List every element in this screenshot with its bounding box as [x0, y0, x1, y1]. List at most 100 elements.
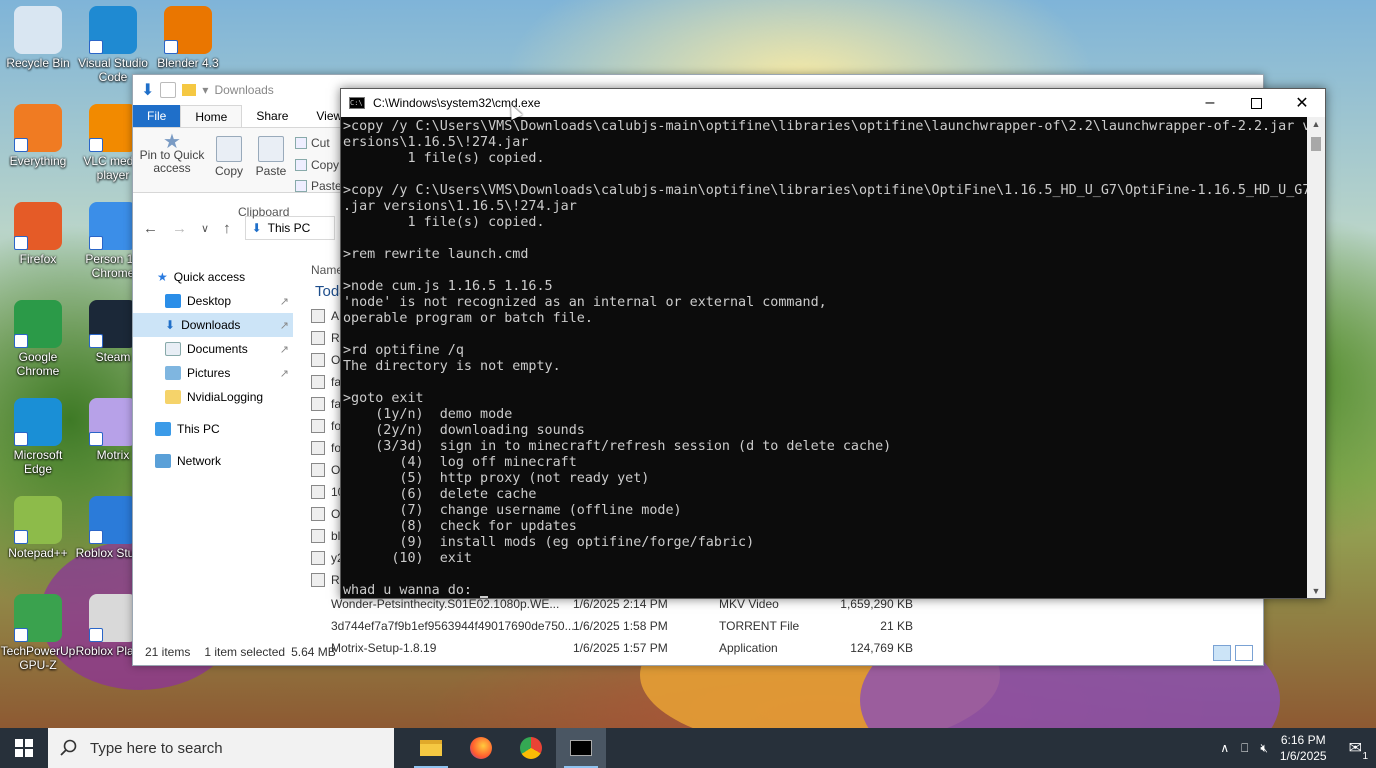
folder-icon — [165, 390, 181, 404]
desktop-icon-vscode[interactable]: Visual Studio Code — [75, 6, 151, 84]
tab-file[interactable]: File — [133, 105, 181, 127]
status-bar: 21 items 1 item selected 5.64 MB — [133, 639, 1263, 665]
desktop-icon-edge[interactable]: Microsoft Edge — [0, 398, 76, 476]
list-item-name: O — [331, 463, 341, 477]
desktop-icon-recycle-bin[interactable]: Recycle Bin — [0, 6, 76, 70]
cmd-line: ersions\1.16.5\!274.jar — [343, 135, 529, 150]
list-item[interactable]: O — [311, 349, 340, 371]
list-item[interactable]: fa — [311, 393, 341, 415]
desktop-icon-notepadpp[interactable]: Notepad++ — [0, 496, 76, 560]
volume-muted-icon[interactable]: 🔇︎ — [1260, 741, 1268, 756]
properties-icon[interactable] — [160, 82, 177, 98]
notification-count: 1 — [1362, 751, 1368, 762]
desktop-icon-label: Recycle Bin — [6, 56, 70, 70]
pin-icon: ↗ — [279, 319, 289, 332]
download-arrow-icon: ⬇ — [141, 82, 155, 99]
list-item-name: A — [331, 309, 340, 323]
clock[interactable]: 6:16 PM 1/6/2025 — [1280, 732, 1327, 764]
list-item[interactable]: R — [311, 327, 340, 349]
blender-icon — [164, 6, 212, 54]
copy-button[interactable]: Copy — [209, 136, 249, 178]
desktop-icon-everything[interactable]: Everything — [0, 104, 76, 168]
nav-downloads[interactable]: ⬇ Downloads ↗ — [133, 313, 293, 337]
list-item[interactable]: R — [311, 569, 340, 591]
paste-button[interactable]: Paste — [251, 136, 291, 178]
minimize-button[interactable]: – — [1187, 89, 1233, 117]
start-button[interactable] — [0, 728, 48, 768]
list-item[interactable]: O — [311, 503, 340, 525]
cmd-window[interactable]: C:\ C:\Windows\system32\cmd.exe – ✕ >cop… — [340, 88, 1326, 599]
ribbon-group-label: Clipboard — [238, 205, 290, 219]
taskbar-cmd[interactable] — [556, 728, 606, 768]
maximize-button[interactable] — [1233, 89, 1279, 117]
table-cell-name[interactable]: 3d744ef7a7f9b1ef9563944f49017690de750... — [311, 615, 575, 637]
taskbar-search-box[interactable]: Type here to search — [48, 728, 394, 768]
list-item[interactable]: y2 — [311, 547, 344, 569]
desktop-icon-label: Google Chrome — [16, 350, 60, 378]
cmd-line: (3/3d) sign in to minecraft/refresh sess… — [343, 439, 892, 454]
desktop-icon-gpuz[interactable]: TechPowerUp GPU-Z — [0, 594, 76, 672]
list-item[interactable]: bl — [311, 525, 340, 547]
nav-this-pc[interactable]: This PC — [133, 417, 293, 441]
motrix-icon — [89, 398, 137, 446]
file-icon — [311, 529, 325, 543]
taskbar-firefox[interactable] — [456, 728, 506, 768]
forward-arrow-icon[interactable]: → — [172, 220, 187, 237]
everything-icon — [14, 104, 62, 152]
cut-button[interactable]: Cut — [295, 136, 330, 150]
recent-dropdown-icon[interactable]: ∨ — [201, 222, 209, 235]
tab-home[interactable]: Home — [180, 105, 243, 127]
list-item[interactable]: fo — [311, 415, 341, 437]
network-status-icon[interactable]: ⎕ — [1241, 741, 1248, 756]
system-tray: ∧ ⎕ 🔇︎ 6:16 PM 1/6/2025 ✉ 1 — [1220, 728, 1376, 768]
cmd-output[interactable]: >copy /y C:\Users\VMS\Downloads\calubjs-… — [343, 119, 1307, 598]
nav-desktop[interactable]: Desktop ↗ — [133, 289, 293, 313]
nav-network[interactable]: Network — [133, 449, 293, 473]
roblox-player-icon — [89, 594, 137, 642]
details-view-icon[interactable] — [1213, 645, 1231, 661]
desktop-icon-blender[interactable]: Blender 4.3 — [150, 6, 226, 70]
desktop-icon-label: Blender 4.3 — [157, 56, 219, 70]
cmd-scrollbar[interactable]: ▲ ▼ — [1307, 117, 1325, 598]
nav-nvidialogging[interactable]: NvidiaLogging — [133, 385, 293, 409]
cmd-line: whad u wanna do: — [343, 583, 1307, 598]
file-icon — [311, 551, 325, 565]
nav-documents[interactable]: Documents ↗ — [133, 337, 293, 361]
download-arrow-icon: ⬇ — [165, 318, 176, 332]
cmd-app-icon: C:\ — [349, 97, 365, 109]
show-hidden-icons-icon[interactable]: ∧ — [1220, 741, 1229, 755]
cmd-titlebar[interactable]: C:\ C:\Windows\system32\cmd.exe — [341, 89, 1325, 117]
list-item[interactable]: fa — [311, 371, 341, 393]
cmd-line: (5) http proxy (not ready yet) — [343, 471, 650, 486]
list-item[interactable]: O — [311, 459, 340, 481]
scroll-up-icon[interactable]: ▲ — [1307, 117, 1325, 131]
close-button[interactable]: ✕ — [1279, 89, 1325, 117]
file-icon — [311, 463, 325, 477]
nav-quick-access[interactable]: ★ Quick access — [133, 265, 293, 289]
scroll-thumb[interactable] — [1311, 137, 1321, 151]
notification-center-button[interactable]: ✉ 1 — [1349, 738, 1368, 762]
cmd-line: >copy /y C:\Users\VMS\Downloads\calubjs-… — [343, 183, 1307, 198]
list-item-name: O — [331, 507, 341, 521]
computer-icon — [155, 422, 171, 436]
tab-share[interactable]: Share — [242, 105, 302, 127]
list-item[interactable]: fo — [311, 437, 341, 459]
back-arrow-icon[interactable]: ← — [143, 220, 158, 237]
up-arrow-icon[interactable]: ↑ — [223, 220, 231, 237]
list-item[interactable]: A — [311, 305, 339, 327]
steam-icon — [89, 300, 137, 348]
large-icons-view-icon[interactable] — [1235, 645, 1253, 661]
qat-dropdown-icon[interactable]: ▾ — [202, 83, 208, 97]
cmd-line — [343, 567, 1307, 583]
address-bar[interactable]: ⬇ This PC — [244, 216, 335, 240]
scroll-down-icon[interactable]: ▼ — [1307, 584, 1325, 598]
chrome-icon — [520, 737, 542, 759]
desktop-icon-chrome[interactable]: Google Chrome — [0, 300, 76, 378]
desktop-icon-label: Microsoft Edge — [13, 448, 63, 476]
column-header-name[interactable]: Name — [311, 259, 343, 281]
nav-pictures[interactable]: Pictures ↗ — [133, 361, 293, 385]
taskbar-chrome[interactable] — [506, 728, 556, 768]
pin-quick-access-button[interactable]: ★ Pin to Quick access — [139, 132, 205, 175]
taskbar-file-explorer[interactable] — [406, 728, 456, 768]
desktop-icon-firefox[interactable]: Firefox — [0, 202, 76, 266]
